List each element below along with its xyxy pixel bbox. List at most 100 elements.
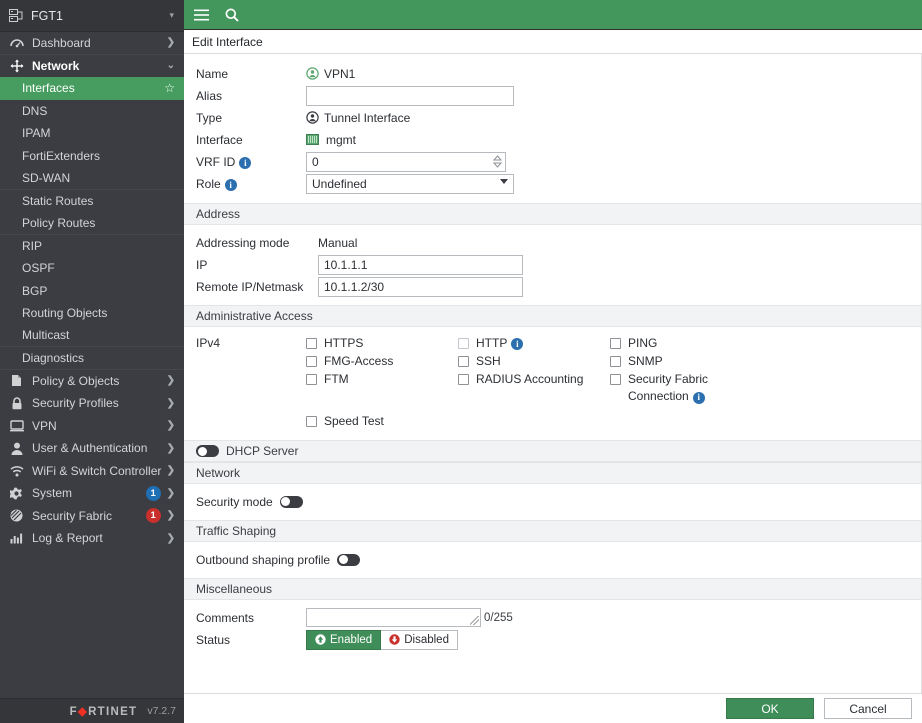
sidebar-item-ipam[interactable]: IPAM <box>0 122 184 145</box>
checkbox-http[interactable]: HTTP i <box>458 335 610 353</box>
sidebar-item-label: Dashboard <box>32 36 167 50</box>
sidebar-item-log-report[interactable]: Log & Report ❯ <box>0 527 184 550</box>
dhcp-server-toggle[interactable] <box>196 445 219 457</box>
spinner-arrows-icon[interactable] <box>493 153 502 171</box>
chevron-down-icon: ▾ <box>169 10 176 21</box>
sidebar-item-diagnostics[interactable]: Diagnostics <box>0 347 184 370</box>
top-bar <box>184 0 922 30</box>
admin-access-section-header: Administrative Access <box>184 305 922 327</box>
cancel-button[interactable]: Cancel <box>824 698 912 719</box>
ip-input[interactable] <box>318 255 523 275</box>
checkbox-box[interactable] <box>306 374 317 385</box>
monitor-icon <box>9 419 24 433</box>
checkbox-box[interactable] <box>306 338 317 349</box>
status-disabled-button[interactable]: Disabled <box>381 630 458 650</box>
sidebar-item-label: Interfaces <box>22 81 164 95</box>
outbound-shaping-toggle[interactable] <box>337 554 360 566</box>
version-label: v7.2.7 <box>147 705 176 717</box>
sidebar-item-label: DNS <box>22 104 175 118</box>
vrf-label: VRF ID <box>196 155 235 169</box>
security-mode-label: Security mode <box>196 495 273 509</box>
checkbox-security-fabric-connection[interactable]: Security Fabric Connectioni <box>610 371 780 405</box>
vrf-stepper[interactable] <box>306 152 506 172</box>
checkbox-ping[interactable]: PING <box>610 335 780 353</box>
info-icon[interactable]: i <box>511 338 523 350</box>
dhcp-server-row[interactable]: DHCP Server <box>184 440 922 462</box>
traffic-shaping-section: Outbound shaping profile <box>184 542 922 578</box>
speed-test-row: Speed Test <box>196 411 922 432</box>
sidebar-item-security-profiles[interactable]: Security Profiles ❯ <box>0 392 184 415</box>
checkbox-ftm[interactable]: FTM <box>306 371 458 389</box>
checkbox-box[interactable] <box>306 416 317 427</box>
sidebar-item-dns[interactable]: DNS <box>0 100 184 123</box>
sidebar-item-fortiextenders[interactable]: FortiExtenders <box>0 145 184 168</box>
interface-value: mgmt <box>326 133 356 147</box>
ok-button[interactable]: OK <box>726 698 814 719</box>
resize-handle-icon[interactable] <box>470 616 479 625</box>
ipv4-label: IPv4 <box>196 335 306 350</box>
hamburger-menu-icon[interactable] <box>194 9 209 21</box>
checkbox-box[interactable] <box>458 374 469 385</box>
address-section-header: Address <box>184 203 922 225</box>
sidebar-item-policy-routes[interactable]: Policy Routes <box>0 212 184 235</box>
checkbox-radius-accounting[interactable]: RADIUS Accounting <box>458 371 610 389</box>
sidebar-item-static-routes[interactable]: Static Routes <box>0 190 184 213</box>
checkbox-label: SSH <box>476 353 501 370</box>
toggle-knob <box>198 447 207 456</box>
dashboard-icon <box>9 36 24 50</box>
chevron-right-icon: ❯ <box>167 533 175 544</box>
checkbox-snmp[interactable]: SNMP <box>610 353 780 371</box>
sidebar-item-routing-objects[interactable]: Routing Objects <box>0 302 184 325</box>
sidebar-item-dashboard[interactable]: Dashboard ❯ <box>0 32 184 55</box>
chart-icon <box>9 531 24 545</box>
sidebar-item-ospf[interactable]: OSPF <box>0 257 184 280</box>
sidebar-item-system[interactable]: System 1 ❯ <box>0 482 184 505</box>
status-disabled-label: Disabled <box>404 634 449 646</box>
checkbox-box[interactable] <box>458 338 469 349</box>
status-enabled-button[interactable]: Enabled <box>306 630 381 650</box>
role-label: Role <box>196 177 221 191</box>
sidebar-item-user-authentication[interactable]: User & Authentication ❯ <box>0 437 184 460</box>
role-select[interactable]: Undefined <box>306 174 514 194</box>
info-icon[interactable]: i <box>693 392 705 404</box>
sidebar-item-multicast[interactable]: Multicast <box>0 325 184 348</box>
favorite-star-icon[interactable]: ☆ <box>164 81 175 95</box>
checkbox-box[interactable] <box>610 374 621 385</box>
remote-ip-input[interactable] <box>318 277 523 297</box>
info-icon[interactable]: i <box>239 157 251 169</box>
alias-input[interactable] <box>306 86 514 106</box>
sidebar-item-interfaces[interactable]: Interfaces ☆ <box>0 77 184 100</box>
sidebar-item-sd-wan[interactable]: SD-WAN <box>0 167 184 190</box>
sidebar-item-bgp[interactable]: BGP <box>0 280 184 303</box>
sidebar-item-network[interactable]: Network ⌄ <box>0 55 184 78</box>
sidebar-item-security-fabric[interactable]: Security Fabric 1 ❯ <box>0 505 184 528</box>
info-icon[interactable]: i <box>225 179 237 191</box>
sidebar-device-header[interactable]: FGT1 ▾ <box>0 0 184 32</box>
name-value: VPN1 <box>324 67 355 81</box>
role-selected-value: Undefined <box>306 174 514 194</box>
ip-row: IP <box>196 254 922 275</box>
sidebar-item-vpn[interactable]: VPN ❯ <box>0 415 184 438</box>
toggle-knob <box>281 497 290 506</box>
admin-access-checkbox-grid: HTTPS FMG-Access FTM <box>306 335 780 405</box>
sidebar-item-label: OSPF <box>22 261 175 275</box>
device-name: FGT1 <box>31 9 169 23</box>
checkbox-box[interactable] <box>610 356 621 367</box>
chevron-right-icon: ❯ <box>167 37 175 48</box>
checkbox-https[interactable]: HTTPS <box>306 335 458 353</box>
comments-textarea[interactable] <box>306 608 481 627</box>
security-mode-toggle[interactable] <box>280 496 303 508</box>
checkbox-fmg-access[interactable]: FMG-Access <box>306 353 458 371</box>
sidebar-item-label: System <box>32 486 146 500</box>
search-icon[interactable] <box>225 8 239 22</box>
sidebar-item-rip[interactable]: RIP <box>0 235 184 258</box>
chevron-right-icon: ❯ <box>167 398 175 409</box>
checkbox-ssh[interactable]: SSH <box>458 353 610 371</box>
sidebar-item-policy-objects[interactable]: Policy & Objects ❯ <box>0 370 184 393</box>
checkbox-box[interactable] <box>306 356 317 367</box>
vrf-input[interactable] <box>306 152 506 172</box>
sidebar-item-wifi-switch-controller[interactable]: WiFi & Switch Controller ❯ <box>0 460 184 483</box>
checkbox-speed-test[interactable]: Speed Test <box>306 413 384 431</box>
checkbox-box[interactable] <box>458 356 469 367</box>
checkbox-box[interactable] <box>610 338 621 349</box>
